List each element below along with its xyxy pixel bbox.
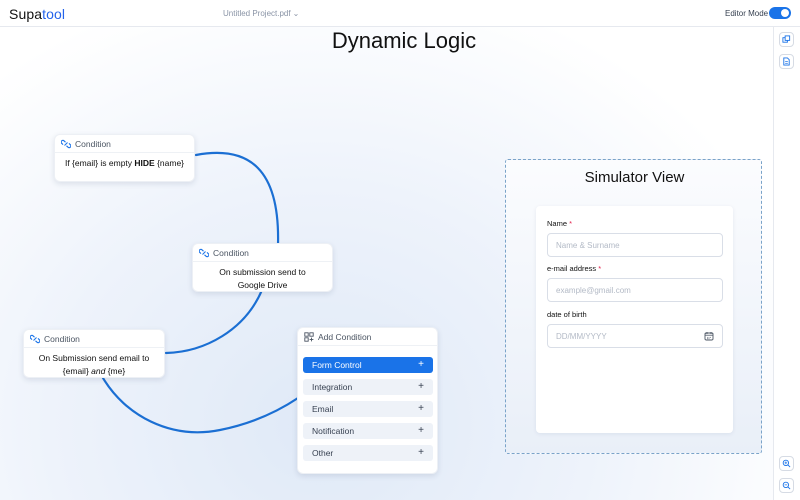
condition-text: On Submission send email to {email} and … [24,348,164,378]
condition-header: Condition [24,330,164,348]
simulator-title: Simulator View [584,169,685,186]
placeholder: Name & Surname [556,240,620,250]
email-label: e-mail address * [547,264,601,273]
connector-2-3 [164,288,264,355]
dob-label: date of birth [547,310,587,319]
dob-field[interactable]: DD/MM/YYYY [547,324,723,348]
grid-add-icon [304,331,314,342]
add-integration-button[interactable]: Integration + [303,379,433,395]
plus-icon: + [418,403,424,414]
condition-node-1[interactable]: Condition If {email} is empty HIDE {name… [54,134,195,182]
condition-action: HIDE [134,158,155,168]
required-mark: * [598,264,602,273]
name-label: Name * [547,219,572,228]
condition-line-2: {email} and {me} [24,365,164,378]
add-condition-panel: Add Condition Form Control + Integration +… [297,327,438,474]
plus-icon: + [418,381,424,392]
item-label: Integration [312,382,353,392]
condition-header: Condition [193,244,332,262]
condition-conjunction: and [91,366,106,376]
item-label: Notification [312,426,355,436]
label-text: e-mail address [547,264,597,273]
add-form-control-button[interactable]: Form Control + [303,357,433,373]
condition-line-2: Google Drive [237,280,288,290]
name-field[interactable]: Name & Surname [547,233,723,257]
condition-text-part: {name} [154,158,185,168]
add-notification-button[interactable]: Notification + [303,423,433,439]
add-other-button[interactable]: Other + [303,445,433,461]
link-icon [199,248,209,257]
item-label: Form Control [312,360,362,370]
add-condition-title: Add Condition [318,331,372,342]
plus-icon: + [418,447,424,458]
condition-text: If {email} is empty HIDE {name} [55,153,194,170]
plus-icon: + [418,425,424,436]
add-condition-header: Add Condition [298,328,437,346]
plus-icon: + [418,359,424,370]
condition-text: On submission send to Google Drive [193,262,332,292]
link-icon [61,139,71,148]
condition-title: Condition [44,333,80,344]
condition-node-3[interactable]: Condition On Submission send email to {e… [23,329,165,378]
simulator-view: Simulator View Name * Name & Surname e-m… [505,159,762,454]
connector-3-add [101,376,300,434]
condition-node-2[interactable]: Condition On submission send to Google D… [192,243,333,292]
condition-text-part: If {email} is empty [64,158,135,168]
required-mark: * [569,219,573,228]
condition-title: Condition [213,247,249,258]
condition-text-part: {me} [105,366,126,376]
add-email-button[interactable]: Email + [303,401,433,417]
condition-line-1: On Submission send email to [38,353,150,363]
item-label: Other [312,448,334,458]
label-text: Name [547,219,568,228]
condition-header: Condition [55,135,194,153]
email-field[interactable]: example@gmail.com [547,278,723,302]
placeholder: example@gmail.com [556,285,631,295]
link-icon [30,334,40,343]
simulator-form: Name * Name & Surname e-mail address * e… [536,206,733,433]
calendar-icon[interactable] [704,331,714,343]
item-label: Email [312,404,334,414]
connector-1-2 [194,151,280,247]
condition-text-part: {email} [62,366,92,376]
placeholder: DD/MM/YYYY [556,331,607,341]
condition-title: Condition [75,138,111,149]
condition-line-1: On submission send to [219,267,306,277]
